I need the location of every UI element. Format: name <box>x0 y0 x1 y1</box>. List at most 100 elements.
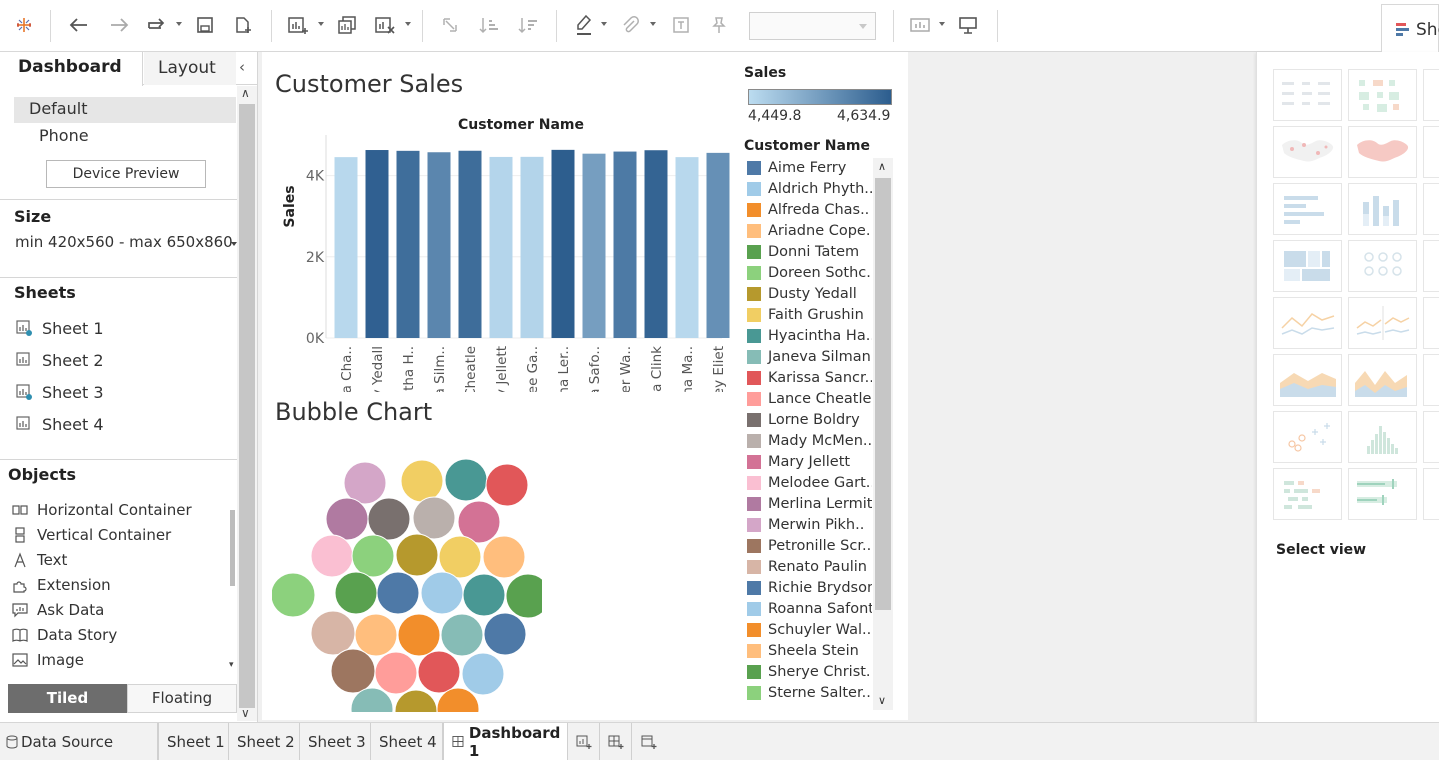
undo-button[interactable] <box>66 10 92 40</box>
legend-item[interactable]: Dusty Yedall <box>744 284 857 304</box>
scroll-thumb[interactable] <box>230 510 235 586</box>
scroll-thumb[interactable] <box>239 104 255 708</box>
legend-item[interactable]: Melodee Gart.. <box>744 473 872 493</box>
show-me-box-whisker[interactable] <box>1423 411 1439 463</box>
replay-button[interactable] <box>143 10 169 40</box>
legend-item[interactable]: Faith Grushin <box>744 305 864 325</box>
legend-item[interactable]: Sherye Christ.. <box>744 662 872 682</box>
chevron-up-icon[interactable]: ∧ <box>241 86 250 100</box>
fit-dropdown[interactable] <box>749 12 876 40</box>
show-me-packed-bubbles[interactable] <box>1423 468 1439 520</box>
show-me-dual-lines[interactable] <box>1423 297 1439 349</box>
bar[interactable] <box>427 152 451 338</box>
bubble[interactable] <box>351 534 395 578</box>
sheet-item-2[interactable]: Sheet 2 <box>16 348 104 372</box>
bar[interactable] <box>365 150 389 338</box>
show-me-tab[interactable]: Sho <box>1381 4 1439 52</box>
show-me-area-continuous[interactable] <box>1273 354 1342 406</box>
bubble[interactable] <box>272 572 316 618</box>
tab-dashboard-1[interactable]: Dashboard 1 <box>443 723 568 760</box>
show-me-lines-continuous[interactable] <box>1273 297 1342 349</box>
bar[interactable] <box>489 156 513 338</box>
bar[interactable] <box>520 156 544 338</box>
bubble[interactable] <box>310 534 354 578</box>
tiled-button[interactable]: Tiled <box>8 684 127 713</box>
tab-layout[interactable]: Layout <box>144 52 236 85</box>
legend-item[interactable]: Doreen Sothc.. <box>744 263 872 283</box>
object-text[interactable]: Text <box>12 549 67 571</box>
object-data-story[interactable]: Data Story <box>12 624 117 646</box>
tableau-logo-icon[interactable] <box>12 10 36 40</box>
show-me-symbol-map[interactable] <box>1273 126 1342 178</box>
legend-item[interactable]: Alfreda Chas.. <box>744 200 869 220</box>
bubble-chart[interactable] <box>272 437 542 712</box>
legend-scrollbar[interactable]: ∧ ∨ <box>873 158 893 710</box>
bar[interactable] <box>551 149 575 338</box>
tab-dashboard[interactable]: Dashboard <box>0 52 143 86</box>
show-me-lines-discrete[interactable] <box>1348 297 1417 349</box>
chevron-up-icon[interactable]: ∧ <box>878 160 886 173</box>
bar[interactable] <box>582 153 606 338</box>
bubble[interactable] <box>440 613 484 657</box>
legend-item[interactable]: Mady McMen.. <box>744 431 872 451</box>
show-me-scatter-plot[interactable] <box>1273 411 1342 463</box>
show-me-horizontal-bars[interactable] <box>1273 183 1342 235</box>
legend-item[interactable]: Richie Brydson <box>744 578 872 598</box>
bubble[interactable] <box>343 461 387 505</box>
bubble[interactable] <box>310 610 356 656</box>
fix-axes-button[interactable] <box>706 10 730 40</box>
bar[interactable] <box>613 151 637 338</box>
legend-item[interactable]: Sheela Stein <box>744 641 859 661</box>
legend-item[interactable]: Lance Cheatle <box>744 389 871 409</box>
bubble[interactable] <box>485 463 529 507</box>
replay-dropdown-caret[interactable] <box>176 22 182 26</box>
legend-item[interactable]: Merlina Lermit <box>744 494 872 514</box>
sort-ascending-button[interactable] <box>477 10 501 40</box>
new-worksheet-tab-button[interactable] <box>568 723 600 760</box>
bubble[interactable] <box>400 459 444 503</box>
size-dropdown[interactable]: min 420x560 - max 650x860 <box>15 233 233 251</box>
bubble[interactable] <box>354 613 398 657</box>
show-me-area-discrete[interactable] <box>1348 354 1417 406</box>
bubble[interactable] <box>483 612 527 656</box>
legend-item[interactable]: Ariadne Cope.. <box>744 221 872 241</box>
legend-item[interactable]: Janeva Silman <box>744 347 871 367</box>
bar[interactable] <box>396 150 420 338</box>
bubble[interactable] <box>376 571 420 615</box>
device-preview-button[interactable]: Device Preview <box>46 160 206 188</box>
bubble[interactable] <box>462 573 506 617</box>
show-me-treemap[interactable] <box>1273 240 1342 292</box>
bubble[interactable] <box>482 535 526 579</box>
bubble[interactable] <box>438 535 482 579</box>
swap-rows-columns-button[interactable] <box>438 10 462 40</box>
bubble[interactable] <box>325 497 369 541</box>
show-me-side-by-side-bars[interactable] <box>1423 183 1439 235</box>
show-me-stacked-bars[interactable] <box>1348 183 1417 235</box>
scroll-thumb[interactable] <box>875 178 891 610</box>
object-vertical-container[interactable]: Vertical Container <box>12 524 171 546</box>
sheet-item-4[interactable]: Sheet 4 <box>16 412 104 436</box>
bubble[interactable] <box>417 650 461 694</box>
legend-item[interactable]: Merwin Pikh.. <box>744 515 864 535</box>
legend-item[interactable]: Lorne Boldry <box>744 410 860 430</box>
new-worksheet-dropdown-caret[interactable] <box>318 22 324 26</box>
side-pane-scrollbar[interactable]: ∧ ∨ <box>237 86 257 721</box>
redo-button[interactable] <box>106 10 132 40</box>
show-me-text-table[interactable] <box>1273 69 1342 121</box>
show-mark-labels-button[interactable] <box>669 10 693 40</box>
object-extension[interactable]: Extension <box>12 574 111 596</box>
bubble[interactable] <box>461 652 505 696</box>
legend-item[interactable]: Roanna Safont <box>744 599 872 619</box>
group-dropdown-caret[interactable] <box>650 22 656 26</box>
legend-item[interactable]: Donni Tatem <box>744 242 859 262</box>
show-me-filled-map[interactable] <box>1348 126 1417 178</box>
legend-item[interactable]: Aldrich Phyth.. <box>744 179 872 199</box>
bubble[interactable] <box>420 571 464 615</box>
legend-item[interactable]: Mary Jellett <box>744 452 850 472</box>
legend-item[interactable]: Sterne Salter.. <box>744 683 871 703</box>
chevron-down-icon[interactable]: ▾ <box>229 660 234 670</box>
show-me-side-by-side-circles[interactable] <box>1423 240 1439 292</box>
bar[interactable] <box>458 150 482 338</box>
object-image[interactable]: Image <box>12 649 84 671</box>
bubble[interactable] <box>367 497 411 541</box>
